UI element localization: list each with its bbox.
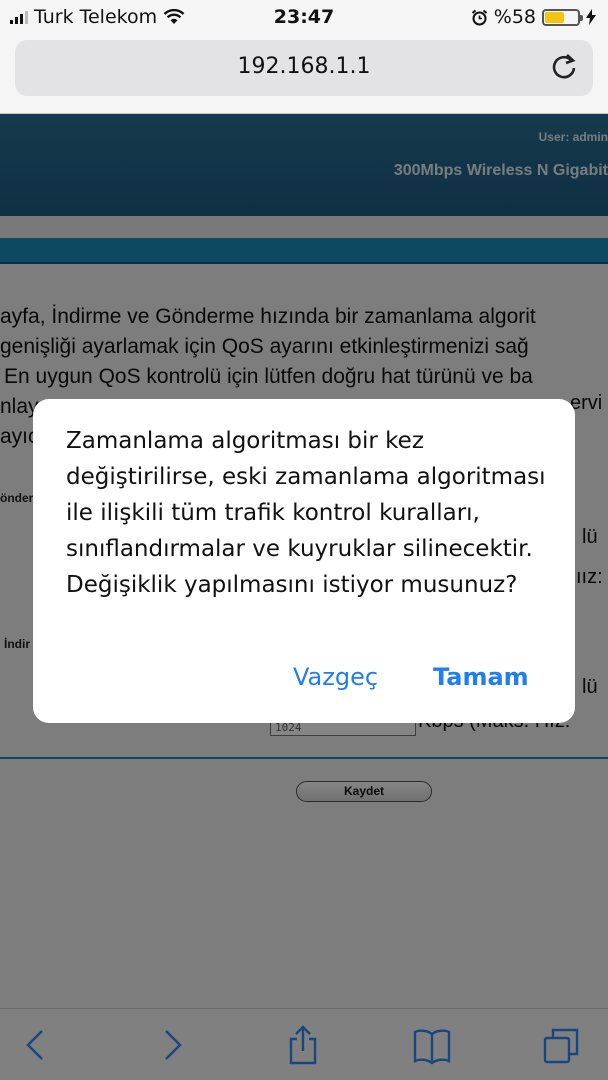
cancel-button[interactable]: Vazgeç xyxy=(293,663,378,691)
battery-icon xyxy=(542,8,583,26)
status-bar: Turk Telekom 23:47 %58 xyxy=(0,0,608,34)
address-bar[interactable]: 192.168.1.1 xyxy=(15,40,593,96)
alarm-icon xyxy=(471,9,487,25)
reload-icon[interactable] xyxy=(549,52,579,82)
url-text[interactable]: 192.168.1.1 xyxy=(15,54,593,79)
charging-bolt-icon xyxy=(586,9,596,25)
confirm-dialog: Zamanlama algoritması bir kez değiştiril… xyxy=(33,399,575,723)
address-bar-area: 192.168.1.1 xyxy=(0,34,608,114)
dialog-message: Zamanlama algoritması bir kez değiştiril… xyxy=(66,428,546,598)
status-right: %58 xyxy=(471,6,596,28)
battery-percent: %58 xyxy=(493,6,536,28)
ok-button[interactable]: Tamam xyxy=(433,663,529,691)
phone-screen: Turk Telekom 23:47 %58 192.168.1.1 User:… xyxy=(0,0,608,1080)
